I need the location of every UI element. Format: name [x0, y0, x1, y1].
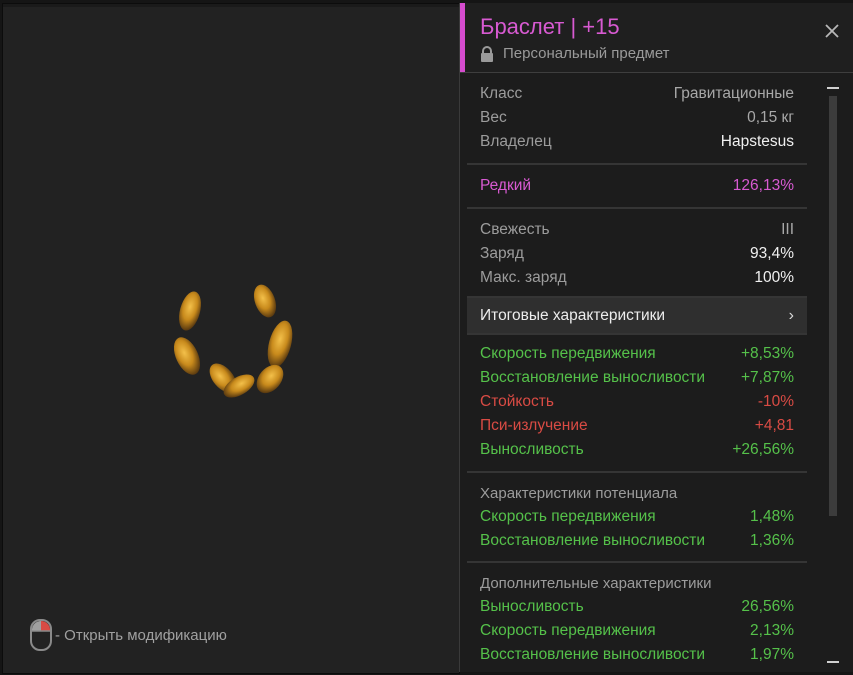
rarity-accent-bar [460, 3, 465, 72]
additional-value: 1,97% [750, 646, 794, 663]
additional-row: Восстановление выносливости 1,97% [467, 643, 807, 667]
total-characteristics-label: Итоговые характеристики [480, 306, 666, 324]
info-label: Класс [480, 85, 523, 102]
vertical-scrollbar[interactable] [827, 87, 839, 663]
close-icon[interactable] [823, 22, 841, 40]
item-info-panel: Браслет | +15 Персональный предмет Класс… [459, 3, 853, 672]
additional-label: Выносливость [480, 598, 584, 615]
info-value: 0,15 кг [747, 109, 794, 126]
rarity-section: Редкий 126,13% [467, 165, 807, 209]
info-row-owner: Владелец Hapstesus [467, 130, 807, 154]
viewer-top-edge [3, 4, 459, 7]
potential-value: 1,36% [750, 532, 794, 549]
potential-title: Характеристики потенциала [480, 484, 678, 502]
stat-value: +7,87% [740, 369, 794, 386]
owner-name: Hapstesus [720, 133, 794, 150]
info-label: Вес [480, 109, 507, 126]
stat-row: Стойкость -10% [467, 390, 807, 414]
rarity-value: 126,13% [732, 177, 794, 194]
stat-label: Стойкость [480, 393, 554, 410]
stat-row: Восстановление выносливости +7,87% [467, 366, 807, 390]
total-characteristics-button[interactable]: Итоговые характеристики › [467, 298, 807, 335]
condition-label: Заряд [480, 245, 524, 262]
chevron-right-icon: › [788, 306, 794, 324]
potential-row: Скорость передвижения 1,48% [467, 505, 807, 529]
condition-row-max-charge: Макс. заряд 100% [467, 266, 807, 290]
stat-value: +8,53% [740, 345, 794, 362]
stat-value: +26,56% [732, 441, 794, 458]
item-header: Браслет | +15 Персональный предмет [460, 3, 853, 73]
stat-label: Скорость передвижения [480, 345, 656, 362]
stat-value: +4,81 [754, 417, 794, 434]
additional-title: Дополнительные характеристики [480, 574, 712, 592]
scrollbar-thumb[interactable] [829, 96, 837, 516]
item-preview-viewport[interactable]: - Открыть модификацию [2, 3, 460, 674]
additional-row: Выносливость 26,56% [467, 595, 807, 619]
stat-label: Выносливость [480, 441, 584, 458]
additional-label: Восстановление выносливости [480, 646, 706, 663]
potential-label: Восстановление выносливости [480, 532, 706, 549]
condition-label: Макс. заряд [480, 269, 567, 286]
condition-row-charge: Заряд 93,4% [467, 242, 807, 266]
condition-value: 93,4% [750, 245, 794, 262]
stat-row: Пси-излучение +4,81 [467, 414, 807, 438]
rarity-row: Редкий 126,13% [467, 174, 807, 198]
potential-section: Характеристики потенциала Скорость перед… [467, 473, 807, 563]
scrollbar-bottom-cap [827, 661, 839, 663]
stats-section: Скорость передвижения +8,53% Восстановле… [467, 335, 807, 473]
info-value: Гравитационные [673, 85, 794, 102]
item-stats-list[interactable]: Класс Гравитационные Вес 0,15 кг Владеле… [467, 79, 807, 667]
stat-row: Выносливость +26,56% [467, 438, 807, 462]
potential-label: Скорость передвижения [480, 508, 656, 525]
condition-row-freshness: Свежесть III [467, 218, 807, 242]
condition-section: Свежесть III Заряд 93,4% Макс. заряд 100… [467, 209, 807, 298]
personal-item-label: Персональный предмет [503, 45, 670, 62]
item-title: Браслет | +15 [480, 14, 620, 39]
mouse-icon [30, 619, 52, 651]
item-subtitle: Персональный предмет [480, 45, 670, 62]
condition-value: III [781, 221, 794, 238]
bracelet-artifact-image [173, 284, 293, 398]
scrollbar-top-cap [827, 87, 839, 89]
stat-row: Скорость передвижения +8,53% [467, 342, 807, 366]
rarity-label: Редкий [480, 177, 532, 194]
condition-label: Свежесть [480, 221, 550, 238]
potential-value: 1,48% [750, 508, 794, 525]
stat-label: Восстановление выносливости [480, 369, 706, 386]
potential-row: Восстановление выносливости 1,36% [467, 529, 807, 553]
additional-label: Скорость передвижения [480, 622, 656, 639]
stat-label: Пси-излучение [480, 417, 588, 434]
additional-row: Скорость передвижения 2,13% [467, 619, 807, 643]
info-row-weight: Вес 0,15 кг [467, 106, 807, 130]
additional-section: Дополнительные характеристики Выносливос… [467, 563, 807, 667]
info-label: Владелец [480, 133, 552, 150]
additional-value: 26,56% [741, 598, 794, 615]
additional-value: 2,13% [750, 622, 794, 639]
stat-value: -10% [757, 393, 794, 410]
info-row-class: Класс Гравитационные [467, 82, 807, 106]
basic-info-section: Класс Гравитационные Вес 0,15 кг Владеле… [467, 79, 807, 165]
hint-text: - Открыть модификацию [55, 626, 227, 644]
lock-icon [481, 45, 493, 62]
open-modification-hint: - Открыть модификацию [29, 618, 227, 652]
condition-value: 100% [754, 269, 794, 286]
